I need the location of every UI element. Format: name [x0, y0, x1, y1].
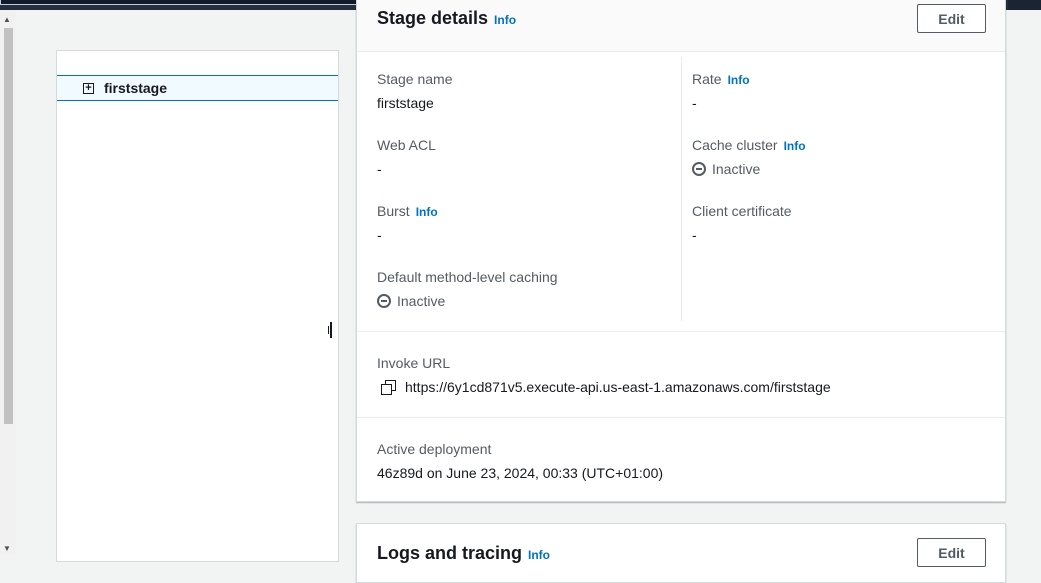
invoke-url-value[interactable]: https://6y1cd871v5.execute-api.us-east-1…	[405, 379, 831, 395]
invoke-url-row: https://6y1cd871v5.execute-api.us-east-1…	[377, 379, 831, 395]
active-deployment-label: Active deployment	[377, 441, 492, 457]
cache-cluster-status: Inactive	[692, 161, 760, 177]
client-certificate-value: -	[692, 227, 697, 243]
stage-details-info-link[interactable]: Info	[494, 13, 516, 27]
stage-details-title: Stage details Info	[377, 8, 516, 29]
scroll-down-arrow-icon[interactable]: ▼	[3, 544, 11, 553]
burst-label-text: Burst	[377, 203, 410, 219]
web-acl-value: -	[377, 161, 382, 177]
logs-tracing-card: Logs and tracing Info Edit	[356, 523, 1006, 583]
active-deployment-value: 46z89d on June 23, 2024, 00:33 (UTC+01:0…	[377, 465, 664, 481]
rate-label-text: Rate	[692, 71, 722, 87]
stage-details-header: Stage details Info Edit	[357, 0, 1005, 52]
default-caching-value: Inactive	[397, 293, 446, 309]
cache-cluster-label-text: Cache cluster	[692, 137, 778, 153]
default-caching-label: Default method-level caching	[377, 269, 558, 285]
scrollbar-thumb[interactable]	[4, 28, 13, 424]
cache-cluster-value: Inactive	[712, 161, 761, 177]
rate-info-link[interactable]: Info	[728, 73, 750, 87]
inactive-status-icon	[377, 294, 391, 308]
inactive-status-icon	[692, 162, 706, 176]
section-divider	[357, 331, 1005, 332]
rate-label: Rate Info	[692, 71, 750, 87]
logs-tracing-edit-button[interactable]: Edit	[917, 538, 986, 567]
stage-details-card: Stage details Info Edit Stage name firsts…	[356, 0, 1006, 502]
burst-value: -	[377, 227, 382, 243]
copy-icon[interactable]	[381, 380, 396, 395]
burst-info-link[interactable]: Info	[416, 205, 438, 219]
stage-name-value: firststage	[377, 95, 434, 111]
logs-tracing-title-text: Logs and tracing	[377, 543, 523, 563]
stage-details-title-text: Stage details	[377, 8, 489, 28]
panel-resize-handle[interactable]	[328, 322, 332, 338]
column-divider	[681, 57, 682, 321]
stage-tree-item-firststage[interactable]: + firststage	[57, 75, 338, 101]
stages-tree-panel: + firststage	[56, 50, 339, 562]
burst-label: Burst Info	[377, 203, 438, 219]
stage-name-label: Stage name	[377, 71, 453, 87]
client-certificate-label: Client certificate	[692, 203, 792, 219]
expand-plus-icon[interactable]: +	[83, 82, 94, 94]
left-scrollbar[interactable]: ▲ ▼	[0, 10, 16, 555]
rate-value: -	[692, 95, 697, 111]
scroll-up-arrow-icon[interactable]: ▲	[3, 15, 11, 24]
invoke-url-label: Invoke URL	[377, 355, 451, 371]
web-acl-label: Web ACL	[377, 137, 436, 153]
default-caching-status: Inactive	[377, 293, 445, 309]
stage-details-edit-button[interactable]: Edit	[917, 4, 986, 33]
topbar-corner	[1008, 0, 1041, 10]
cache-cluster-info-link[interactable]: Info	[784, 139, 806, 153]
cache-cluster-label: Cache cluster Info	[692, 137, 806, 153]
logs-tracing-title: Logs and tracing Info	[377, 543, 550, 564]
logs-tracing-info-link[interactable]: Info	[528, 548, 550, 562]
section-divider	[357, 417, 1005, 418]
stage-tree-item-label: firststage	[104, 80, 168, 96]
